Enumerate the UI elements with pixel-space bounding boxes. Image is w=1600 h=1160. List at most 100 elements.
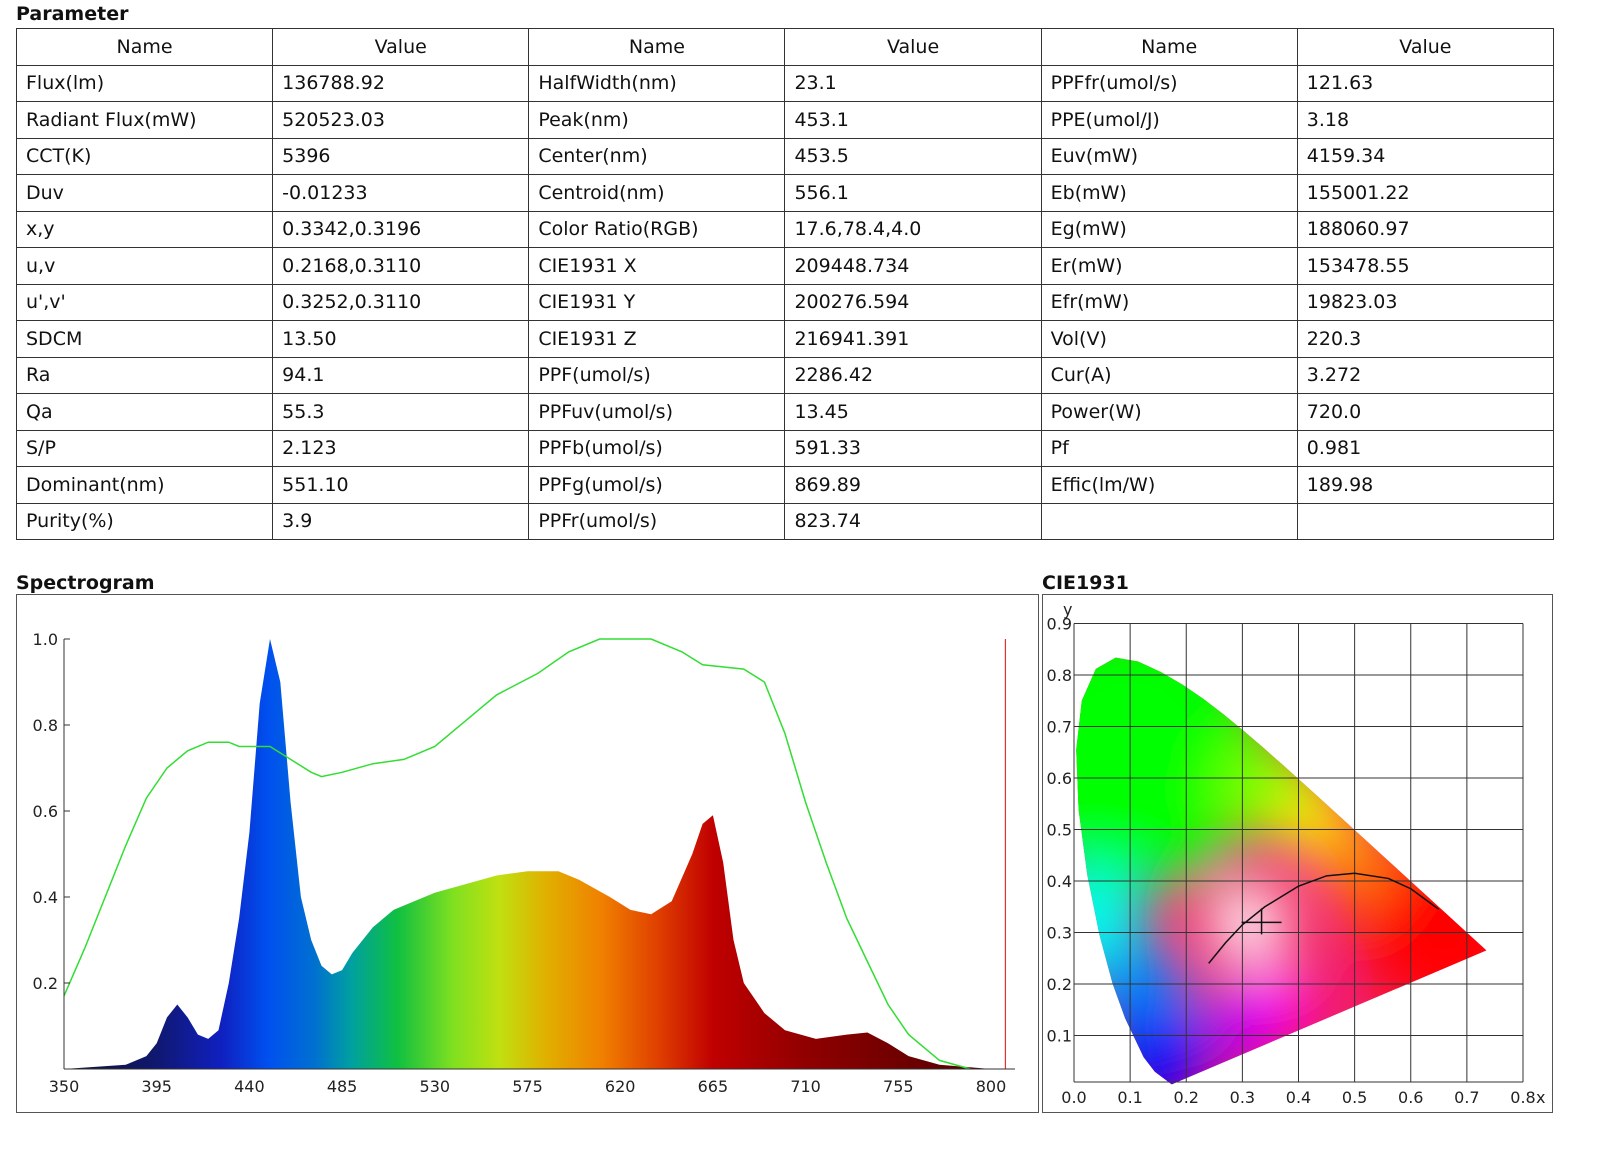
param-name: Center(nm) — [528, 137, 786, 175]
x-tick-label: 530 — [420, 1077, 451, 1096]
x-tick-label: 755 — [883, 1077, 914, 1096]
param-name: PPFb(umol/s) — [528, 429, 786, 467]
table-row: CCT(K) 5396 Center(nm) 453.5 Euv(mW) 4159.34 — [15, 137, 1555, 175]
param-value: 200276.594 — [784, 283, 1042, 321]
param-value: 720.0 — [1296, 393, 1555, 431]
param-name: S/P — [15, 429, 274, 467]
param-value: 19823.03 — [1296, 283, 1555, 321]
param-value: 453.5 — [784, 137, 1042, 175]
param-name: Power(W) — [1040, 393, 1298, 431]
x-tick-label: 485 — [327, 1077, 358, 1096]
x-axis-label: x — [1536, 1088, 1545, 1107]
x-tick-label: 0.7 — [1454, 1088, 1479, 1107]
param-name: Qa — [15, 393, 274, 431]
y-tick-label: 0.2 — [33, 974, 58, 993]
param-name: PPFr(umol/s) — [528, 502, 786, 540]
table-row: Ra 94.1 PPF(umol/s) 2286.42 Cur(A) 3.272 — [15, 356, 1555, 394]
param-value: 153478.55 — [1296, 247, 1555, 285]
y-tick-label: 0.1 — [1047, 1027, 1072, 1046]
param-value: 591.33 — [784, 429, 1042, 467]
param-name: Eb(mW) — [1040, 174, 1298, 212]
param-name: Centroid(nm) — [528, 174, 786, 212]
param-name: CIE1931 Y — [528, 283, 786, 321]
y-tick-label: 0.3 — [1047, 924, 1072, 943]
x-tick-label: 0.5 — [1342, 1088, 1367, 1107]
x-tick-label: 395 — [141, 1077, 172, 1096]
param-value: 0.2168,0.3110 — [272, 247, 530, 285]
param-value: 551.10 — [272, 466, 530, 504]
param-name: Vol(V) — [1040, 320, 1298, 358]
x-tick-label: 0.0 — [1061, 1088, 1086, 1107]
param-value: 136788.92 — [272, 64, 530, 102]
param-name: Duv — [15, 174, 274, 212]
param-value: -0.01233 — [272, 174, 530, 212]
param-name: PPFfr(umol/s) — [1040, 64, 1298, 102]
param-name: CCT(K) — [15, 137, 274, 175]
param-name — [1040, 502, 1298, 540]
param-value: 4159.34 — [1296, 137, 1555, 175]
param-name: CIE1931 X — [528, 247, 786, 285]
param-name: Radiant Flux(mW) — [15, 101, 274, 139]
table-row: Duv -0.01233 Centroid(nm) 556.1 Eb(mW) 155001… — [15, 174, 1555, 212]
y-tick-label: 0.6 — [1047, 769, 1072, 788]
y-tick-label: 0.8 — [1047, 666, 1072, 685]
spectrum-area — [64, 639, 991, 1069]
param-value: 23.1 — [784, 64, 1042, 102]
param-value: 188060.97 — [1296, 210, 1555, 248]
param-value: 55.3 — [272, 393, 530, 431]
color-blob — [1241, 964, 1312, 1035]
gamut-fill — [1076, 657, 1487, 1085]
y-tick-label: 1.0 — [33, 630, 58, 649]
table-row: S/P 2.123 PPFb(umol/s) 591.33 Pf 0.981 — [15, 429, 1555, 467]
param-value: 556.1 — [784, 174, 1042, 212]
x-tick-label: 0.2 — [1174, 1088, 1199, 1107]
column-header: Name — [15, 28, 274, 66]
param-name: x,y — [15, 210, 274, 248]
param-value — [1296, 502, 1555, 540]
param-name: Purity(%) — [15, 502, 274, 540]
y-tick-label: 0.2 — [1047, 975, 1072, 994]
param-value: 3.9 — [272, 502, 530, 540]
param-name: u,v — [15, 247, 274, 285]
column-header: Value — [784, 28, 1042, 66]
table-row: SDCM 13.50 CIE1931 Z 216941.391 Vol(V) 220.3 — [15, 320, 1555, 358]
table-row: Dominant(nm) 551.10 PPFg(umol/s) 869.89 Effi… — [15, 466, 1555, 504]
table-row: Qa 55.3 PPFuv(umol/s) 13.45 Power(W) 720.0 — [15, 393, 1555, 431]
param-name: Color Ratio(RGB) — [528, 210, 786, 248]
x-tick-label: 0.4 — [1286, 1088, 1311, 1107]
param-value: 121.63 — [1296, 64, 1555, 102]
x-tick-label: 0.8 — [1510, 1088, 1535, 1107]
param-name: Euv(mW) — [1040, 137, 1298, 175]
cie-chart: 0.0 0.1 0.2 0.3 0.4 0.5 0.6 0.7 0.8 0.1 0.2 0.3 0.4 0… — [1047, 600, 1546, 1107]
x-tick-label: 440 — [234, 1077, 265, 1096]
param-value: 220.3 — [1296, 320, 1555, 358]
param-name: Effic(lm/W) — [1040, 466, 1298, 504]
param-name: u',v' — [15, 283, 274, 321]
param-name: Dominant(nm) — [15, 466, 274, 504]
param-name: CIE1931 Z — [528, 320, 786, 358]
param-name: PPF(umol/s) — [528, 356, 786, 394]
param-value: 520523.03 — [272, 101, 530, 139]
param-name: HalfWidth(nm) — [528, 64, 786, 102]
param-value: 209448.734 — [784, 247, 1042, 285]
param-name: Cur(A) — [1040, 356, 1298, 394]
param-name: PPFuv(umol/s) — [528, 393, 786, 431]
table-row: x,y 0.3342,0.3196 Color Ratio(RGB) 17.6,78.… — [15, 210, 1555, 248]
table-row: u',v' 0.3252,0.3110 CIE1931 Y 200276.594 Efr… — [15, 283, 1555, 321]
param-value: 216941.391 — [784, 320, 1042, 358]
x-tick-label: 0.6 — [1398, 1088, 1423, 1107]
cie-title: CIE1931 — [1042, 572, 1129, 594]
y-tick-label: 0.6 — [33, 802, 58, 821]
param-value: 94.1 — [272, 356, 530, 394]
param-value: 155001.22 — [1296, 174, 1555, 212]
param-value: 13.50 — [272, 320, 530, 358]
x-tick-label: 800 — [976, 1077, 1007, 1096]
spectrogram-panel: 350 395 440 485 530 575 620 665 710 755 800 0.2 0.4 0… — [16, 594, 1039, 1113]
y-axis-label: y — [1063, 600, 1072, 619]
column-header: Value — [1296, 28, 1555, 66]
param-value: 0.981 — [1296, 429, 1555, 467]
param-name: Pf — [1040, 429, 1298, 467]
x-tick-label: 350 — [49, 1077, 80, 1096]
y-tick-label: 0.4 — [1047, 872, 1072, 891]
table-row: u,v 0.2168,0.3110 CIE1931 X 209448.734 Er(mW… — [15, 247, 1555, 285]
